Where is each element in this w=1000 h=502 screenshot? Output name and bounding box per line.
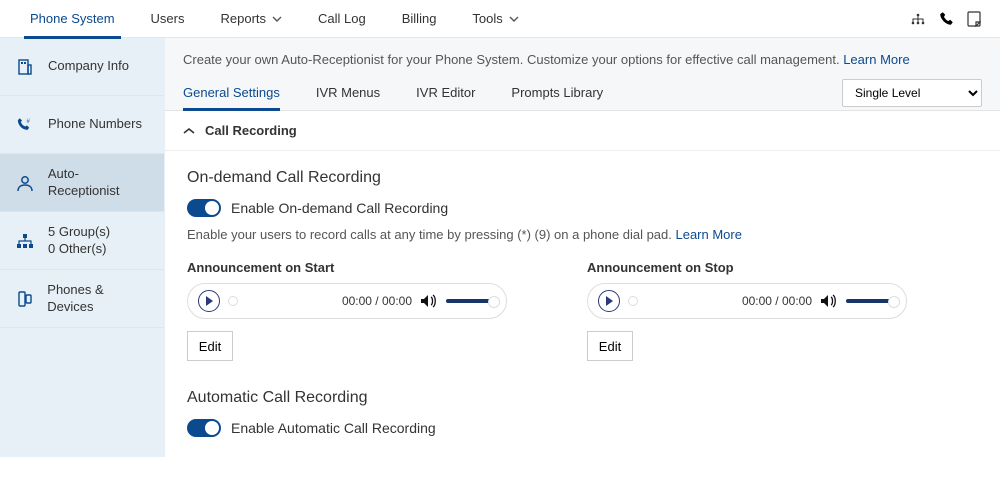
learn-more-link[interactable]: Learn More bbox=[675, 227, 741, 242]
sidebar: Company Info # Phone Numbers Auto-Recept… bbox=[0, 38, 165, 457]
audio-player-start: 00:00 / 00:00 bbox=[187, 283, 507, 319]
sidebar-item-company-info[interactable]: Company Info bbox=[0, 38, 164, 96]
toggle-automatic-recording[interactable] bbox=[187, 419, 221, 437]
volume-slider[interactable] bbox=[446, 299, 496, 303]
phone-hash-icon: # bbox=[14, 116, 36, 134]
svg-text:#: # bbox=[27, 118, 31, 124]
chevron-down-icon bbox=[509, 16, 519, 22]
nav-users[interactable]: Users bbox=[133, 0, 203, 38]
nav-billing[interactable]: Billing bbox=[384, 0, 455, 38]
play-button[interactable] bbox=[598, 290, 620, 312]
nav-reports[interactable]: Reports bbox=[203, 0, 301, 38]
intro-text: Create your own Auto-Receptionist for yo… bbox=[183, 52, 910, 67]
nav-call-log[interactable]: Call Log bbox=[300, 0, 384, 38]
audio-player-stop: 00:00 / 00:00 bbox=[587, 283, 907, 319]
network-icon[interactable] bbox=[904, 0, 932, 38]
sidebar-label: 5 Group(s)0 Other(s) bbox=[48, 224, 110, 258]
group-icon bbox=[14, 233, 36, 249]
subtab-ivr-menus[interactable]: IVR Menus bbox=[316, 75, 380, 110]
toggle-label: Enable On-demand Call Recording bbox=[231, 200, 448, 216]
toggle-label: Enable Automatic Call Recording bbox=[231, 420, 436, 436]
phone-icon[interactable] bbox=[932, 0, 960, 38]
sidebar-label: Phone Numbers bbox=[48, 116, 142, 133]
sidebar-item-groups[interactable]: 5 Group(s)0 Other(s) bbox=[0, 212, 164, 270]
volume-icon[interactable] bbox=[420, 294, 438, 308]
ondemand-description: Enable your users to record calls at any… bbox=[187, 227, 978, 242]
main-content: Create your own Auto-Receptionist for yo… bbox=[165, 38, 1000, 457]
nav-label: Reports bbox=[221, 11, 267, 26]
toggle-ondemand-recording[interactable] bbox=[187, 199, 221, 217]
person-headset-icon bbox=[14, 174, 36, 192]
seek-handle[interactable] bbox=[228, 296, 238, 306]
device-icon bbox=[14, 290, 35, 308]
company-icon bbox=[14, 58, 36, 76]
sidebar-item-auto-receptionist[interactable]: Auto-Receptionist bbox=[0, 154, 164, 212]
nav-label: Users bbox=[151, 11, 185, 26]
section-title: Call Recording bbox=[205, 123, 297, 138]
time-display: 00:00 / 00:00 bbox=[342, 294, 412, 308]
announcement-stop-title: Announcement on Stop bbox=[587, 260, 907, 275]
nav-tools[interactable]: Tools bbox=[454, 0, 536, 38]
nav-label: Tools bbox=[472, 11, 502, 26]
sidebar-label: Company Info bbox=[48, 58, 129, 75]
sidebar-label: Auto-Receptionist bbox=[48, 166, 150, 200]
subtab-general-settings[interactable]: General Settings bbox=[183, 75, 280, 110]
sidebar-item-phone-numbers[interactable]: # Phone Numbers bbox=[0, 96, 164, 154]
chevron-down-icon bbox=[272, 16, 282, 22]
intro-bar: Create your own Auto-Receptionist for yo… bbox=[165, 38, 1000, 75]
nav-label: Billing bbox=[402, 11, 437, 26]
volume-slider[interactable] bbox=[846, 299, 896, 303]
volume-icon[interactable] bbox=[820, 294, 838, 308]
nav-label: Phone System bbox=[30, 11, 115, 26]
subtab-ivr-editor[interactable]: IVR Editor bbox=[416, 75, 475, 110]
subtab-prompts-library[interactable]: Prompts Library bbox=[511, 75, 603, 110]
time-display: 00:00 / 00:00 bbox=[742, 294, 812, 308]
sidebar-item-phones-devices[interactable]: Phones & Devices bbox=[0, 270, 164, 328]
ondemand-title: On-demand Call Recording bbox=[187, 169, 978, 187]
edit-start-button[interactable]: Edit bbox=[187, 331, 233, 361]
announcement-start-title: Announcement on Start bbox=[187, 260, 507, 275]
note-icon[interactable] bbox=[960, 0, 988, 38]
seek-handle[interactable] bbox=[628, 296, 638, 306]
nav-phone-system[interactable]: Phone System bbox=[12, 0, 133, 38]
section-toggle-call-recording[interactable]: Call Recording bbox=[165, 111, 1000, 151]
nav-label: Call Log bbox=[318, 11, 366, 26]
play-button[interactable] bbox=[198, 290, 220, 312]
subtabs: General Settings IVR Menus IVR Editor Pr… bbox=[165, 75, 1000, 111]
top-nav: Phone System Users Reports Call Log Bill… bbox=[0, 0, 1000, 38]
sidebar-label: Phones & Devices bbox=[47, 282, 150, 316]
edit-stop-button[interactable]: Edit bbox=[587, 331, 633, 361]
level-select[interactable]: Single Level bbox=[842, 79, 982, 107]
chevron-up-icon bbox=[183, 127, 195, 135]
learn-more-link[interactable]: Learn More bbox=[843, 52, 909, 67]
automatic-title: Automatic Call Recording bbox=[187, 389, 978, 407]
